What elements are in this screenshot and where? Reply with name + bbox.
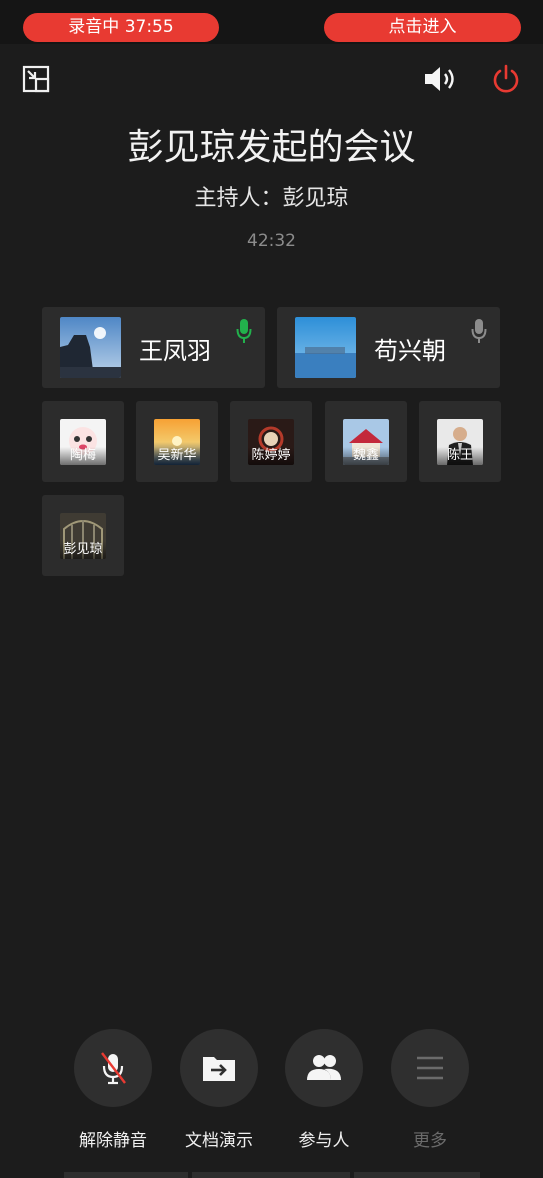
participant-card[interactable]: 吴新华 xyxy=(136,401,218,482)
mic-active-icon xyxy=(236,318,252,344)
minimize-window-icon[interactable] xyxy=(22,65,50,93)
more-label: 更多 xyxy=(413,1131,447,1151)
participant-name: 陈王 xyxy=(437,447,483,465)
speaker-name: 王凤羽 xyxy=(139,337,211,365)
bottom-bar-segment xyxy=(64,1172,188,1178)
participant-name: 陶梅 xyxy=(60,447,106,465)
meeting-duration: 42:32 xyxy=(247,231,296,251)
participants-icon xyxy=(307,1055,341,1080)
document-share-label: 文档演示 xyxy=(185,1131,253,1151)
bottom-bar-segment xyxy=(354,1172,480,1178)
avatar: 陶梅 xyxy=(60,419,106,465)
speaker-icon[interactable] xyxy=(422,64,460,94)
avatar: 陈王 xyxy=(437,419,483,465)
meeting-host: 主持人：彭见琼 xyxy=(194,186,349,211)
speaker-name: 苟兴朝 xyxy=(374,337,446,365)
speaker-card[interactable]: 王凤羽 xyxy=(42,307,265,388)
participant-card[interactable]: 彭见琼 xyxy=(42,495,124,576)
participant-name: 吴新华 xyxy=(154,447,200,465)
more-button[interactable] xyxy=(391,1029,469,1107)
recording-indicator[interactable]: 录音中 37:55 xyxy=(23,13,219,42)
unmute-label: 解除静音 xyxy=(79,1131,147,1151)
avatar: 吴新华 xyxy=(154,419,200,465)
participant-name: 魏鑫 xyxy=(343,447,389,465)
avatar: 魏鑫 xyxy=(343,419,389,465)
participant-card[interactable]: 陈王 xyxy=(419,401,501,482)
participant-name: 彭见琼 xyxy=(60,541,106,559)
avatar: 陈婷婷 xyxy=(248,419,294,465)
speaker-card[interactable]: 苟兴朝 xyxy=(277,307,500,388)
participant-card[interactable]: 陶梅 xyxy=(42,401,124,482)
enter-meeting-button[interactable]: 点击进入 xyxy=(324,13,521,42)
bottom-bar-segment xyxy=(192,1172,350,1178)
participant-card[interactable]: 魏鑫 xyxy=(325,401,407,482)
meeting-title: 彭见琼发起的会议 xyxy=(127,127,416,168)
mic-idle-icon xyxy=(471,318,487,344)
unmute-button[interactable] xyxy=(74,1029,152,1107)
mic-muted-icon xyxy=(101,1052,126,1085)
participant-card[interactable]: 陈婷婷 xyxy=(230,401,312,482)
avatar: 彭见琼 xyxy=(60,513,106,559)
avatar xyxy=(60,317,121,378)
participants-button[interactable] xyxy=(285,1029,363,1107)
participants-label: 参与人 xyxy=(298,1131,350,1151)
avatar xyxy=(295,317,356,378)
menu-icon xyxy=(417,1056,443,1080)
document-share-icon xyxy=(203,1057,235,1081)
document-share-button[interactable] xyxy=(180,1029,258,1107)
power-icon[interactable] xyxy=(491,64,521,94)
participant-name: 陈婷婷 xyxy=(248,447,294,465)
